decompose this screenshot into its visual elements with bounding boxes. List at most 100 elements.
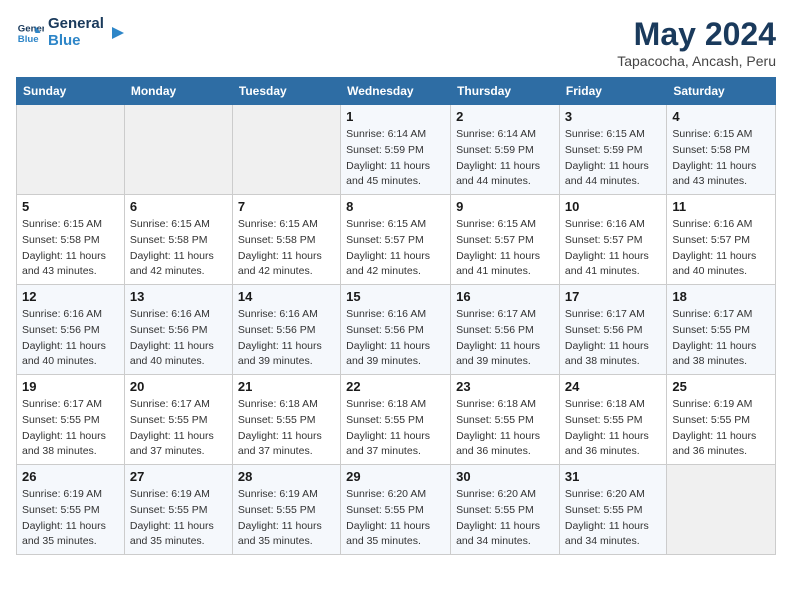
day-detail: Sunrise: 6:15 AM Sunset: 5:58 PM Dayligh…	[130, 217, 227, 280]
day-number: 30	[456, 469, 554, 484]
day-detail: Sunrise: 6:17 AM Sunset: 5:56 PM Dayligh…	[456, 307, 554, 370]
day-detail: Sunrise: 6:20 AM Sunset: 5:55 PM Dayligh…	[456, 487, 554, 550]
day-number: 14	[238, 289, 335, 304]
day-number: 1	[346, 109, 445, 124]
day-detail: Sunrise: 6:19 AM Sunset: 5:55 PM Dayligh…	[672, 397, 770, 460]
calendar-cell: 28Sunrise: 6:19 AM Sunset: 5:55 PM Dayli…	[232, 465, 340, 555]
day-number: 9	[456, 199, 554, 214]
day-number: 17	[565, 289, 661, 304]
day-detail: Sunrise: 6:19 AM Sunset: 5:55 PM Dayligh…	[22, 487, 119, 550]
day-number: 13	[130, 289, 227, 304]
day-number: 26	[22, 469, 119, 484]
day-number: 11	[672, 199, 770, 214]
day-number: 2	[456, 109, 554, 124]
calendar-cell: 5 Sunrise: 6:15 AM Sunset: 5:58 PM Daylig…	[17, 195, 125, 285]
calendar-week-4: 19Sunrise: 6:17 AM Sunset: 5:55 PM Dayli…	[17, 375, 776, 465]
day-detail: Sunrise: 6:18 AM Sunset: 5:55 PM Dayligh…	[565, 397, 661, 460]
calendar-cell	[17, 105, 125, 195]
calendar-cell: 20 Sunrise: 6:17 AM Sunset: 5:55 PM Dayli…	[124, 375, 232, 465]
calendar-cell: 14 Sunrise: 6:16 AM Sunset: 5:56 PM Dayli…	[232, 285, 340, 375]
logo-blue: Blue	[48, 33, 104, 50]
day-number: 31	[565, 469, 661, 484]
col-header-friday: Friday	[559, 78, 666, 105]
logo: General Blue General Blue	[16, 16, 128, 49]
calendar-week-2: 5 Sunrise: 6:15 AM Sunset: 5:58 PM Daylig…	[17, 195, 776, 285]
day-detail: Sunrise: 6:19 AM Sunset: 5:55 PM Dayligh…	[130, 487, 227, 550]
day-number: 21	[238, 379, 335, 394]
calendar-cell: 6 Sunrise: 6:15 AM Sunset: 5:58 PM Daylig…	[124, 195, 232, 285]
day-detail: Sunrise: 6:17 AM Sunset: 5:56 PM Dayligh…	[565, 307, 661, 370]
day-detail: Sunrise: 6:19 AM Sunset: 5:55 PM Dayligh…	[238, 487, 335, 550]
day-number: 12	[22, 289, 119, 304]
day-detail: Sunrise: 6:18 AM Sunset: 5:55 PM Dayligh…	[346, 397, 445, 460]
calendar-cell: 2 Sunrise: 6:14 AM Sunset: 5:59 PM Daylig…	[451, 105, 560, 195]
location-subtitle: Tapacocha, Ancash, Peru	[617, 53, 776, 69]
col-header-thursday: Thursday	[451, 78, 560, 105]
calendar-cell: 13 Sunrise: 6:16 AM Sunset: 5:56 PM Dayli…	[124, 285, 232, 375]
calendar-header-row: SundayMondayTuesdayWednesdayThursdayFrid…	[17, 78, 776, 105]
col-header-wednesday: Wednesday	[341, 78, 451, 105]
day-detail: Sunrise: 6:17 AM Sunset: 5:55 PM Dayligh…	[672, 307, 770, 370]
day-detail: Sunrise: 6:16 AM Sunset: 5:56 PM Dayligh…	[346, 307, 445, 370]
day-number: 3	[565, 109, 661, 124]
col-header-saturday: Saturday	[667, 78, 776, 105]
calendar-cell: 15Sunrise: 6:16 AM Sunset: 5:56 PM Dayli…	[341, 285, 451, 375]
calendar-cell: 11 Sunrise: 6:16 AM Sunset: 5:57 PM Dayli…	[667, 195, 776, 285]
calendar-cell: 1 Sunrise: 6:14 AM Sunset: 5:59 PM Daylig…	[341, 105, 451, 195]
day-detail: Sunrise: 6:18 AM Sunset: 5:55 PM Dayligh…	[238, 397, 335, 460]
day-detail: Sunrise: 6:16 AM Sunset: 5:57 PM Dayligh…	[672, 217, 770, 280]
calendar-cell: 18 Sunrise: 6:17 AM Sunset: 5:55 PM Dayli…	[667, 285, 776, 375]
calendar-cell	[232, 105, 340, 195]
day-number: 18	[672, 289, 770, 304]
logo-general: General	[48, 16, 104, 33]
calendar-cell: 27 Sunrise: 6:19 AM Sunset: 5:55 PM Dayli…	[124, 465, 232, 555]
day-detail: Sunrise: 6:17 AM Sunset: 5:55 PM Dayligh…	[130, 397, 227, 460]
calendar-cell: 30 Sunrise: 6:20 AM Sunset: 5:55 PM Dayli…	[451, 465, 560, 555]
day-detail: Sunrise: 6:16 AM Sunset: 5:56 PM Dayligh…	[130, 307, 227, 370]
calendar-cell: 26 Sunrise: 6:19 AM Sunset: 5:55 PM Dayli…	[17, 465, 125, 555]
page-header: General Blue General Blue May 2024 Tapac…	[16, 16, 776, 69]
calendar-cell	[667, 465, 776, 555]
day-detail: Sunrise: 6:15 AM Sunset: 5:57 PM Dayligh…	[456, 217, 554, 280]
calendar-cell: 4 Sunrise: 6:15 AM Sunset: 5:58 PM Daylig…	[667, 105, 776, 195]
day-number: 24	[565, 379, 661, 394]
logo-arrow-icon	[108, 23, 128, 43]
col-header-monday: Monday	[124, 78, 232, 105]
calendar-cell: 19Sunrise: 6:17 AM Sunset: 5:55 PM Dayli…	[17, 375, 125, 465]
day-number: 4	[672, 109, 770, 124]
calendar-cell: 23 Sunrise: 6:18 AM Sunset: 5:55 PM Dayli…	[451, 375, 560, 465]
day-number: 23	[456, 379, 554, 394]
day-number: 25	[672, 379, 770, 394]
day-detail: Sunrise: 6:15 AM Sunset: 5:58 PM Dayligh…	[672, 127, 770, 190]
day-number: 22	[346, 379, 445, 394]
day-number: 7	[238, 199, 335, 214]
day-number: 6	[130, 199, 227, 214]
day-detail: Sunrise: 6:14 AM Sunset: 5:59 PM Dayligh…	[456, 127, 554, 190]
day-detail: Sunrise: 6:17 AM Sunset: 5:55 PM Dayligh…	[22, 397, 119, 460]
day-number: 8	[346, 199, 445, 214]
calendar-week-5: 26 Sunrise: 6:19 AM Sunset: 5:55 PM Dayli…	[17, 465, 776, 555]
day-detail: Sunrise: 6:20 AM Sunset: 5:55 PM Dayligh…	[565, 487, 661, 550]
day-number: 20	[130, 379, 227, 394]
day-detail: Sunrise: 6:16 AM Sunset: 5:56 PM Dayligh…	[238, 307, 335, 370]
col-header-tuesday: Tuesday	[232, 78, 340, 105]
col-header-sunday: Sunday	[17, 78, 125, 105]
calendar-cell: 24 Sunrise: 6:18 AM Sunset: 5:55 PM Dayli…	[559, 375, 666, 465]
day-detail: Sunrise: 6:15 AM Sunset: 5:57 PM Dayligh…	[346, 217, 445, 280]
calendar-cell: 16Sunrise: 6:17 AM Sunset: 5:56 PM Dayli…	[451, 285, 560, 375]
svg-text:Blue: Blue	[18, 33, 39, 44]
calendar-week-1: 1 Sunrise: 6:14 AM Sunset: 5:59 PM Daylig…	[17, 105, 776, 195]
day-detail: Sunrise: 6:18 AM Sunset: 5:55 PM Dayligh…	[456, 397, 554, 460]
day-number: 5	[22, 199, 119, 214]
calendar-cell: 17 Sunrise: 6:17 AM Sunset: 5:56 PM Dayli…	[559, 285, 666, 375]
day-detail: Sunrise: 6:15 AM Sunset: 5:58 PM Dayligh…	[238, 217, 335, 280]
day-detail: Sunrise: 6:14 AM Sunset: 5:59 PM Dayligh…	[346, 127, 445, 190]
day-number: 27	[130, 469, 227, 484]
calendar-cell: 8 Sunrise: 6:15 AM Sunset: 5:57 PM Daylig…	[341, 195, 451, 285]
calendar-cell: 12Sunrise: 6:16 AM Sunset: 5:56 PM Dayli…	[17, 285, 125, 375]
day-detail: Sunrise: 6:15 AM Sunset: 5:58 PM Dayligh…	[22, 217, 119, 280]
day-number: 29	[346, 469, 445, 484]
calendar-cell: 29Sunrise: 6:20 AM Sunset: 5:55 PM Dayli…	[341, 465, 451, 555]
day-detail: Sunrise: 6:15 AM Sunset: 5:59 PM Dayligh…	[565, 127, 661, 190]
day-detail: Sunrise: 6:16 AM Sunset: 5:57 PM Dayligh…	[565, 217, 661, 280]
